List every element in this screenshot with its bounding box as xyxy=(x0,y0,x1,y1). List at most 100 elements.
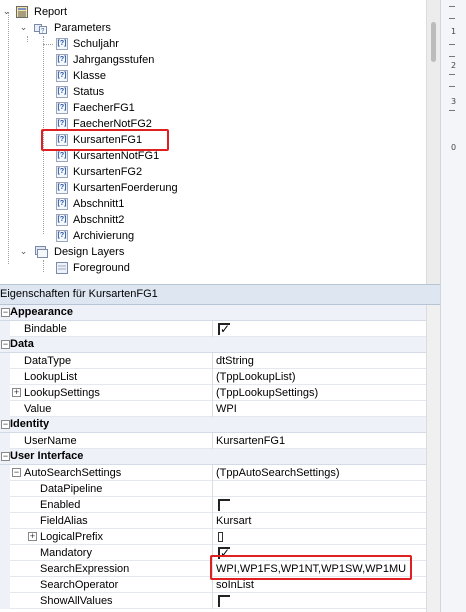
property-name: ShowAllValues xyxy=(40,595,113,607)
tree-node-parameter[interactable]: [?] KursartenFoerderung xyxy=(0,180,426,196)
logicalprefix-value-box[interactable] xyxy=(218,532,223,542)
parameter-icon: [?] xyxy=(56,182,68,194)
property-row-lookupsettings[interactable]: + LookupSettings (TppLookupSettings) xyxy=(0,385,440,401)
showallvalues-checkbox[interactable] xyxy=(218,595,230,607)
report-designer-window: ⌄ Report ⌄ ? Parameters [?] Schuljahr [?… xyxy=(0,0,466,612)
tree-node-label: KursartenFG2 xyxy=(73,166,143,178)
selection-highlight xyxy=(41,129,169,151)
enabled-checkbox[interactable] xyxy=(218,499,230,511)
parameter-icon: [?] xyxy=(56,38,68,50)
collapse-icon[interactable]: ⌄ xyxy=(19,23,28,32)
tree-node-label: Schuljahr xyxy=(73,38,119,50)
category-data[interactable]: − Data xyxy=(0,337,440,353)
property-row-autosearchsettings[interactable]: − AutoSearchSettings (TppAutoSearchSetti… xyxy=(0,465,440,481)
property-value[interactable]: (TppLookupList) xyxy=(216,369,296,385)
parameter-icon: [?] xyxy=(56,230,68,242)
property-name: DataType xyxy=(24,355,72,367)
property-name: SearchOperator xyxy=(40,579,119,591)
parameters-folder-icon: ? xyxy=(34,22,47,35)
tree-node-label: Abschnitt2 xyxy=(73,214,125,226)
tree-node-label: Foreground xyxy=(73,262,130,274)
tree-node-label: Status xyxy=(73,86,105,98)
property-grid-scrollbar[interactable] xyxy=(426,305,440,612)
collapse-icon[interactable]: − xyxy=(1,308,10,317)
category-user-interface[interactable]: − User Interface xyxy=(0,449,440,465)
ruler-label: 3 xyxy=(451,97,457,106)
property-value[interactable]: dtString xyxy=(216,353,254,369)
ruler-label: 0 xyxy=(451,143,457,152)
tree-node-label: FaecherFG1 xyxy=(73,102,135,114)
category-label: User Interface xyxy=(10,450,84,462)
property-value[interactable]: (TppLookupSettings) xyxy=(216,385,318,401)
tree-node-parameter[interactable]: [?] FaecherFG1 xyxy=(0,100,426,116)
category-label: Data xyxy=(10,338,34,350)
collapse-icon[interactable]: − xyxy=(1,452,10,461)
tree-node-parameter[interactable]: [?] Abschnitt2 xyxy=(0,212,426,228)
layer-icon xyxy=(56,262,68,274)
expand-icon[interactable]: + xyxy=(28,532,37,541)
property-name: Value xyxy=(24,403,52,415)
collapse-icon[interactable]: ⌄ xyxy=(2,7,11,16)
property-row-enabled[interactable]: Enabled xyxy=(0,497,440,513)
tree-node-label: Parameters xyxy=(54,22,111,34)
report-icon xyxy=(16,6,28,18)
tree-node-parameter[interactable]: [?] Jahrgangsstufen xyxy=(0,52,426,68)
tree-node-parameter[interactable]: [?] Status xyxy=(0,84,426,100)
tree-node-parameter[interactable]: [?] Klasse xyxy=(0,68,426,84)
ruler-tick xyxy=(449,18,455,19)
property-row-fieldalias[interactable]: FieldAlias Kursart xyxy=(0,513,440,529)
parameter-icon: [?] xyxy=(56,70,68,82)
design-layers-icon xyxy=(35,246,48,258)
category-label: Appearance xyxy=(10,306,73,318)
tree-scrollbar[interactable] xyxy=(426,0,440,284)
property-name: Enabled xyxy=(40,499,81,511)
property-row-value[interactable]: Value WPI xyxy=(0,401,440,417)
tree-node-parameter[interactable]: [?] Abschnitt1 xyxy=(0,196,426,212)
property-name: LookupList xyxy=(24,371,78,383)
property-name: Mandatory xyxy=(40,547,92,559)
vertical-ruler: 1 2 3 0 xyxy=(440,0,466,612)
tree-node-label: Klasse xyxy=(73,70,107,82)
property-name: LogicalPrefix xyxy=(40,531,103,543)
property-row-lookuplist[interactable]: LookupList (TppLookupList) xyxy=(0,369,440,385)
tree-scrollbar-thumb[interactable] xyxy=(431,22,436,62)
parameter-icon: [?] xyxy=(56,214,68,226)
tree-node-report[interactable]: ⌄ Report xyxy=(0,4,426,20)
property-row-showallvalues[interactable]: ShowAllValues xyxy=(0,593,440,609)
tree-node-parameter[interactable]: [?] Archivierung xyxy=(0,228,426,244)
tree-node-parameter[interactable]: [?] Schuljahr xyxy=(0,36,426,52)
category-identity[interactable]: − Identity xyxy=(0,417,440,433)
property-value[interactable]: KursartenFG1 xyxy=(216,433,285,449)
parameter-icon: [?] xyxy=(56,150,68,162)
category-appearance[interactable]: − Appearance xyxy=(0,305,440,321)
tree-node-label: Archivierung xyxy=(73,230,135,242)
property-value[interactable]: WPI xyxy=(216,401,237,417)
tree-node-parameter[interactable]: [?] KursartenFG2 xyxy=(0,164,426,180)
category-label: Identity xyxy=(10,418,50,430)
ruler-tick xyxy=(449,110,455,111)
property-name: AutoSearchSettings xyxy=(24,467,122,479)
property-row-bindable[interactable]: Bindable xyxy=(0,321,440,337)
tree-node-label: Report xyxy=(34,6,68,18)
property-row-datatype[interactable]: DataType dtString xyxy=(0,353,440,369)
report-tree[interactable]: ⌄ Report ⌄ ? Parameters [?] Schuljahr [?… xyxy=(0,0,426,284)
property-row-logicalprefix[interactable]: + LogicalPrefix xyxy=(0,529,440,545)
ruler-tick xyxy=(449,74,455,75)
tree-node-foreground[interactable]: Foreground xyxy=(0,260,426,276)
property-value[interactable]: (TppAutoSearchSettings) xyxy=(216,465,340,481)
ruler-tick xyxy=(449,56,455,57)
property-row-datapipeline[interactable]: DataPipeline xyxy=(0,481,440,497)
bindable-checkbox[interactable] xyxy=(218,322,230,336)
tree-node-design-layers[interactable]: ⌄ Design Layers xyxy=(0,244,426,260)
property-row-username[interactable]: UserName KursartenFG1 xyxy=(0,433,440,449)
property-value[interactable]: Kursart xyxy=(216,513,251,529)
collapse-icon[interactable]: − xyxy=(1,340,10,349)
property-name: UserName xyxy=(24,435,77,447)
expand-icon[interactable]: + xyxy=(12,388,21,397)
property-name: SearchExpression xyxy=(40,563,130,575)
collapse-icon[interactable]: − xyxy=(12,468,21,477)
collapse-icon[interactable]: ⌄ xyxy=(19,247,28,256)
property-name: LookupSettings xyxy=(24,387,100,399)
collapse-icon[interactable]: − xyxy=(1,420,10,429)
tree-node-parameters[interactable]: ⌄ ? Parameters xyxy=(0,20,426,36)
